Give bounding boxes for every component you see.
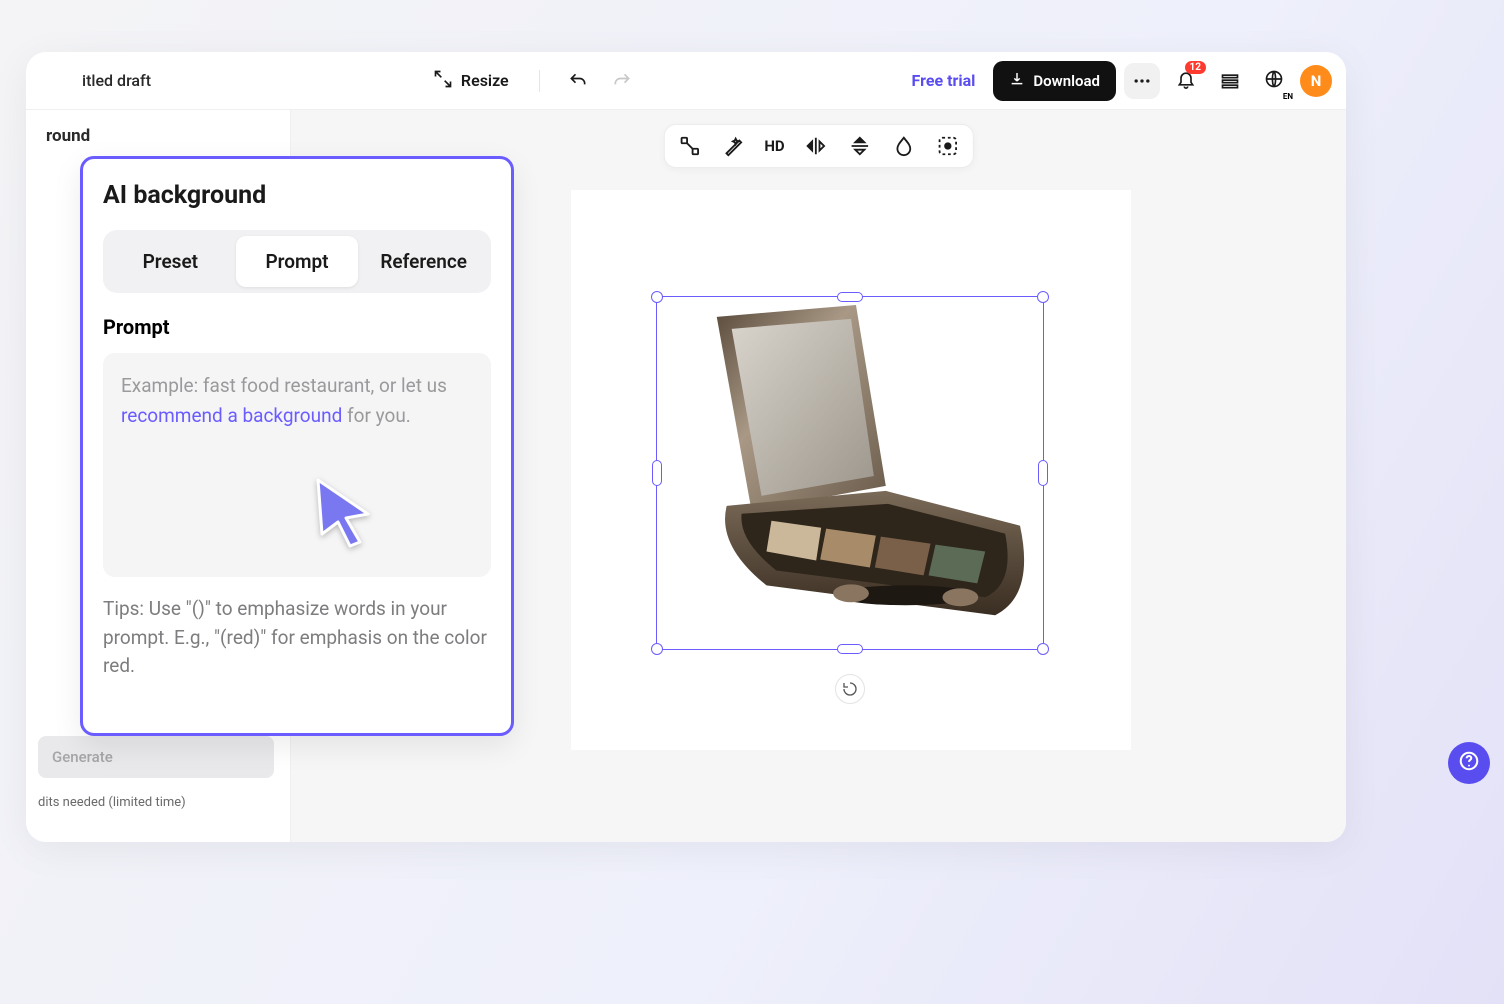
prompt-input[interactable]: Example: fast food restaurant, or let us… xyxy=(103,353,491,577)
resize-label: Resize xyxy=(461,71,509,90)
divider xyxy=(539,70,540,92)
help-icon xyxy=(1458,750,1480,776)
ai-background-popover: AI background Preset Prompt Reference Pr… xyxy=(80,156,514,736)
rotate-handle[interactable] xyxy=(835,674,865,704)
opacity-button[interactable] xyxy=(889,131,919,161)
top-bar: itled draft Resize Free trial Download xyxy=(26,52,1346,110)
tab-reference[interactable]: Reference xyxy=(362,236,485,287)
user-avatar[interactable]: N xyxy=(1300,65,1332,97)
undo-button[interactable] xyxy=(560,63,596,99)
panels-button[interactable] xyxy=(1212,63,1248,99)
resize-button[interactable]: Resize xyxy=(423,63,519,99)
generate-button[interactable]: Generate xyxy=(38,736,274,778)
prompt-placeholder-post: for you. xyxy=(342,404,410,427)
help-button[interactable] xyxy=(1448,742,1490,784)
tab-prompt[interactable]: Prompt xyxy=(236,236,359,287)
prompt-section-label: Prompt xyxy=(103,315,491,339)
resize-handle-right[interactable] xyxy=(1038,460,1048,486)
notification-badge: 12 xyxy=(1185,61,1206,74)
free-trial-link[interactable]: Free trial xyxy=(912,71,976,90)
selection-box[interactable] xyxy=(656,296,1044,650)
panel-title: round xyxy=(46,126,280,146)
language-code: EN xyxy=(1282,92,1294,101)
resize-handle-bl[interactable] xyxy=(651,643,663,655)
product-image[interactable] xyxy=(657,297,1043,649)
flip-vertical-button[interactable] xyxy=(845,131,875,161)
prompt-placeholder-pre: Example: fast food restaurant, or let us xyxy=(121,374,447,397)
tab-preset[interactable]: Preset xyxy=(109,236,232,287)
resize-handle-left[interactable] xyxy=(652,460,662,486)
image-toolbar: HD xyxy=(663,124,973,168)
flip-horizontal-button[interactable] xyxy=(801,131,831,161)
redo-button[interactable] xyxy=(604,63,640,99)
download-icon xyxy=(1009,71,1025,91)
popover-tabs: Preset Prompt Reference xyxy=(103,230,491,293)
hd-button[interactable]: HD xyxy=(762,131,786,161)
notifications-button[interactable]: 12 xyxy=(1168,63,1204,99)
recommend-background-link[interactable]: recommend a background xyxy=(121,404,342,427)
download-label: Download xyxy=(1033,72,1100,90)
globe-icon xyxy=(1264,69,1284,93)
magic-tool-button[interactable] xyxy=(718,131,748,161)
document-title[interactable]: itled draft xyxy=(82,71,151,90)
focus-mode-button[interactable] xyxy=(933,131,963,161)
popover-title: AI background xyxy=(103,181,491,210)
resize-icon xyxy=(433,69,453,93)
more-menu-button[interactable] xyxy=(1124,63,1160,99)
resize-handle-bottom[interactable] xyxy=(837,644,863,654)
resize-handle-tl[interactable] xyxy=(651,291,663,303)
resize-handle-top[interactable] xyxy=(837,292,863,302)
smart-resize-button[interactable] xyxy=(674,131,704,161)
language-button[interactable]: EN xyxy=(1256,63,1292,99)
credits-note: dits needed (limited time) xyxy=(38,795,186,810)
resize-handle-tr[interactable] xyxy=(1037,291,1049,303)
download-button[interactable]: Download xyxy=(993,61,1116,101)
prompt-tips: Tips: Use "()" to emphasize words in you… xyxy=(103,595,491,681)
resize-handle-br[interactable] xyxy=(1037,643,1049,655)
